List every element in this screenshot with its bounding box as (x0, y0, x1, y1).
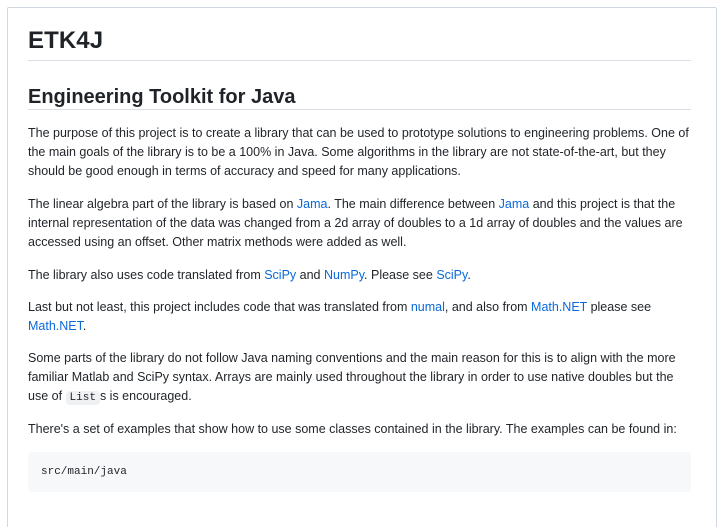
paragraph-text: Last but not least, this project include… (28, 300, 411, 314)
paragraph-purpose: The purpose of this project is to create… (28, 126, 689, 178)
paragraph-text: . Please see (364, 268, 437, 282)
paragraph-text: . (82, 319, 87, 333)
link-jama[interactable]: Jama (297, 197, 328, 211)
readme-container: ETK4J Engineering Toolkit for Java The p… (7, 7, 717, 527)
code-block: src/main/java (28, 452, 691, 492)
paragraph-text: please see (587, 300, 652, 314)
paragraph-naming-conventions: Some parts of the library do not follow … (28, 349, 691, 408)
paragraph-text: , and also from (444, 300, 532, 314)
paragraph-text: . The main difference between (327, 197, 499, 211)
section-heading: Engineering Toolkit for Java (28, 86, 296, 108)
paragraph-text: and (296, 268, 324, 282)
link-numpy[interactable]: NumPy (324, 268, 364, 282)
section-divider (28, 109, 691, 110)
code-block-text: src/main/java (41, 466, 127, 478)
paragraph-scipy-numpy: The library also uses code translated fr… (28, 266, 691, 285)
title-divider (28, 60, 691, 61)
paragraph-text: The linear algebra part of the library i… (28, 197, 297, 211)
paragraph-text: s is encouraged. (99, 389, 192, 403)
link-mathnet[interactable]: Math.NET (531, 300, 587, 314)
link-mathnet[interactable]: Math.NET (28, 319, 83, 333)
paragraph-linear-algebra: The linear algebra part of the library i… (28, 195, 691, 252)
link-scipy[interactable]: SciPy (264, 268, 296, 282)
paragraph-numal-mathnet: Last but not least, this project include… (28, 298, 691, 336)
page-title: ETK4J (28, 27, 104, 54)
paragraph-text: . (467, 268, 471, 282)
link-numal[interactable]: numal (411, 300, 445, 314)
paragraph-examples: There's a set of examples that show how … (28, 422, 677, 436)
link-scipy[interactable]: SciPy (436, 268, 467, 282)
link-jama[interactable]: Jama (499, 197, 530, 211)
inline-code-list: List (65, 391, 100, 405)
paragraph-text: The library also uses code translated fr… (28, 268, 265, 282)
